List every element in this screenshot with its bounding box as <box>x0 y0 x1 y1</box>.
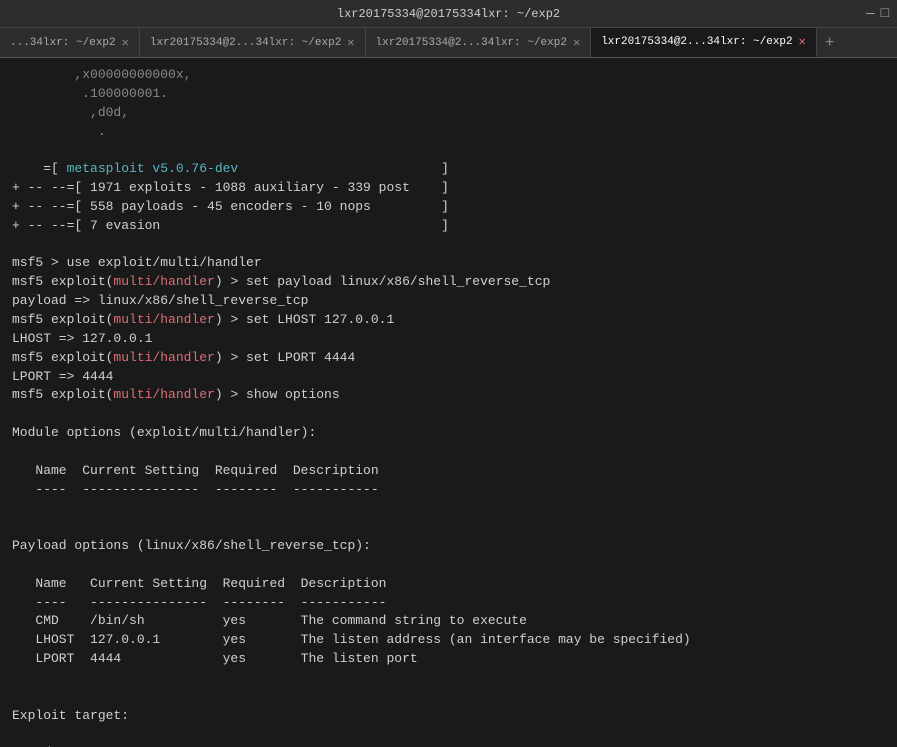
tab-bar: ...34lxr: ~/exp2 ✕ lxr20175334@2...34lxr… <box>0 28 897 58</box>
tab-2[interactable]: lxr20175334@2...34lxr: ~/exp2 ✕ <box>140 28 366 57</box>
payload-options-header: Payload options (linux/x86/shell_reverse… <box>12 537 885 556</box>
tab-2-label: lxr20175334@2...34lxr: ~/exp2 <box>150 37 341 49</box>
tab-4-label: lxr20175334@2...34lxr: ~/exp2 <box>601 36 792 48</box>
line-blank5 <box>12 499 885 518</box>
line-hex2: .100000001. <box>12 85 885 104</box>
tab-1-close[interactable]: ✕ <box>122 35 129 50</box>
output-lport: LPORT => 4444 <box>12 368 885 387</box>
module-options-header: Module options (exploit/multi/handler): <box>12 424 885 443</box>
payload-col-headers: Name Current Setting Required Descriptio… <box>12 575 885 594</box>
payload-row-lport: LPORT 4444 yes The listen port <box>12 650 885 669</box>
new-tab-button[interactable]: + <box>817 28 843 57</box>
cmd-show-options: msf5 exploit(multi/handler) > show optio… <box>12 386 885 405</box>
cmd-set-lhost: msf5 exploit(multi/handler) > set LHOST … <box>12 311 885 330</box>
window-controls[interactable]: — □ <box>866 6 889 22</box>
module-col-headers: Name Current Setting Required Descriptio… <box>12 462 885 481</box>
line-blank6 <box>12 518 885 537</box>
payload-row-cmd: CMD /bin/sh yes The command string to ex… <box>12 612 885 631</box>
output-payload: payload => linux/x86/shell_reverse_tcp <box>12 292 885 311</box>
line-blank8 <box>12 669 885 688</box>
line-hex4: . <box>12 123 885 142</box>
cmd-set-payload: msf5 exploit(multi/handler) > set payloa… <box>12 273 885 292</box>
line-blank10 <box>12 726 885 745</box>
payload-col-dividers: ---- --------------- -------- ----------… <box>12 594 885 613</box>
cmd-set-lport: msf5 exploit(multi/handler) > set LPORT … <box>12 349 885 368</box>
terminal-content[interactable]: ,x00000000000x, .100000001. ,d0d, . =[ m… <box>0 58 897 747</box>
tab-2-close[interactable]: ✕ <box>347 35 354 50</box>
tab-4[interactable]: lxr20175334@2...34lxr: ~/exp2 ✕ <box>591 28 817 57</box>
tab-3-close[interactable]: ✕ <box>573 35 580 50</box>
maximize-button[interactable]: □ <box>881 6 889 22</box>
tab-3[interactable]: lxr20175334@2...34lxr: ~/exp2 ✕ <box>366 28 592 57</box>
line-blank1 <box>12 141 885 160</box>
tab-3-label: lxr20175334@2...34lxr: ~/exp2 <box>376 37 567 49</box>
window-title: lxr20175334@20175334lxr: ~/exp2 <box>337 7 560 21</box>
tab-1-label: ...34lxr: ~/exp2 <box>10 37 116 49</box>
line-hex3: ,d0d, <box>12 104 885 123</box>
payload-row-lhost: LHOST 127.0.0.1 yes The listen address (… <box>12 631 885 650</box>
line-blank4 <box>12 443 885 462</box>
line-blank3 <box>12 405 885 424</box>
line-hex1: ,x00000000000x, <box>12 66 885 85</box>
minimize-button[interactable]: — <box>866 6 874 22</box>
banner-payloads: + -- --=[ 558 payloads - 45 encoders - 1… <box>12 198 885 217</box>
exploit-target-header: Exploit target: <box>12 707 885 726</box>
banner-exploits: + -- --=[ 1971 exploits - 1088 auxiliary… <box>12 179 885 198</box>
module-col-dividers: ---- --------------- -------- ----------… <box>12 481 885 500</box>
cmd-use-handler: msf5 > use exploit/multi/handler <box>12 254 885 273</box>
line-blank2 <box>12 236 885 255</box>
line-blank9 <box>12 688 885 707</box>
banner-evasion: + -- --=[ 7 evasion ] <box>12 217 885 236</box>
output-lhost: LHOST => 127.0.0.1 <box>12 330 885 349</box>
tab-1[interactable]: ...34lxr: ~/exp2 ✕ <box>0 28 140 57</box>
title-bar: lxr20175334@20175334lxr: ~/exp2 — □ <box>0 0 897 28</box>
line-blank7 <box>12 556 885 575</box>
banner-msf: =[ metasploit v5.0.76-dev ] <box>12 160 885 179</box>
tab-4-close[interactable]: ✕ <box>799 34 806 49</box>
